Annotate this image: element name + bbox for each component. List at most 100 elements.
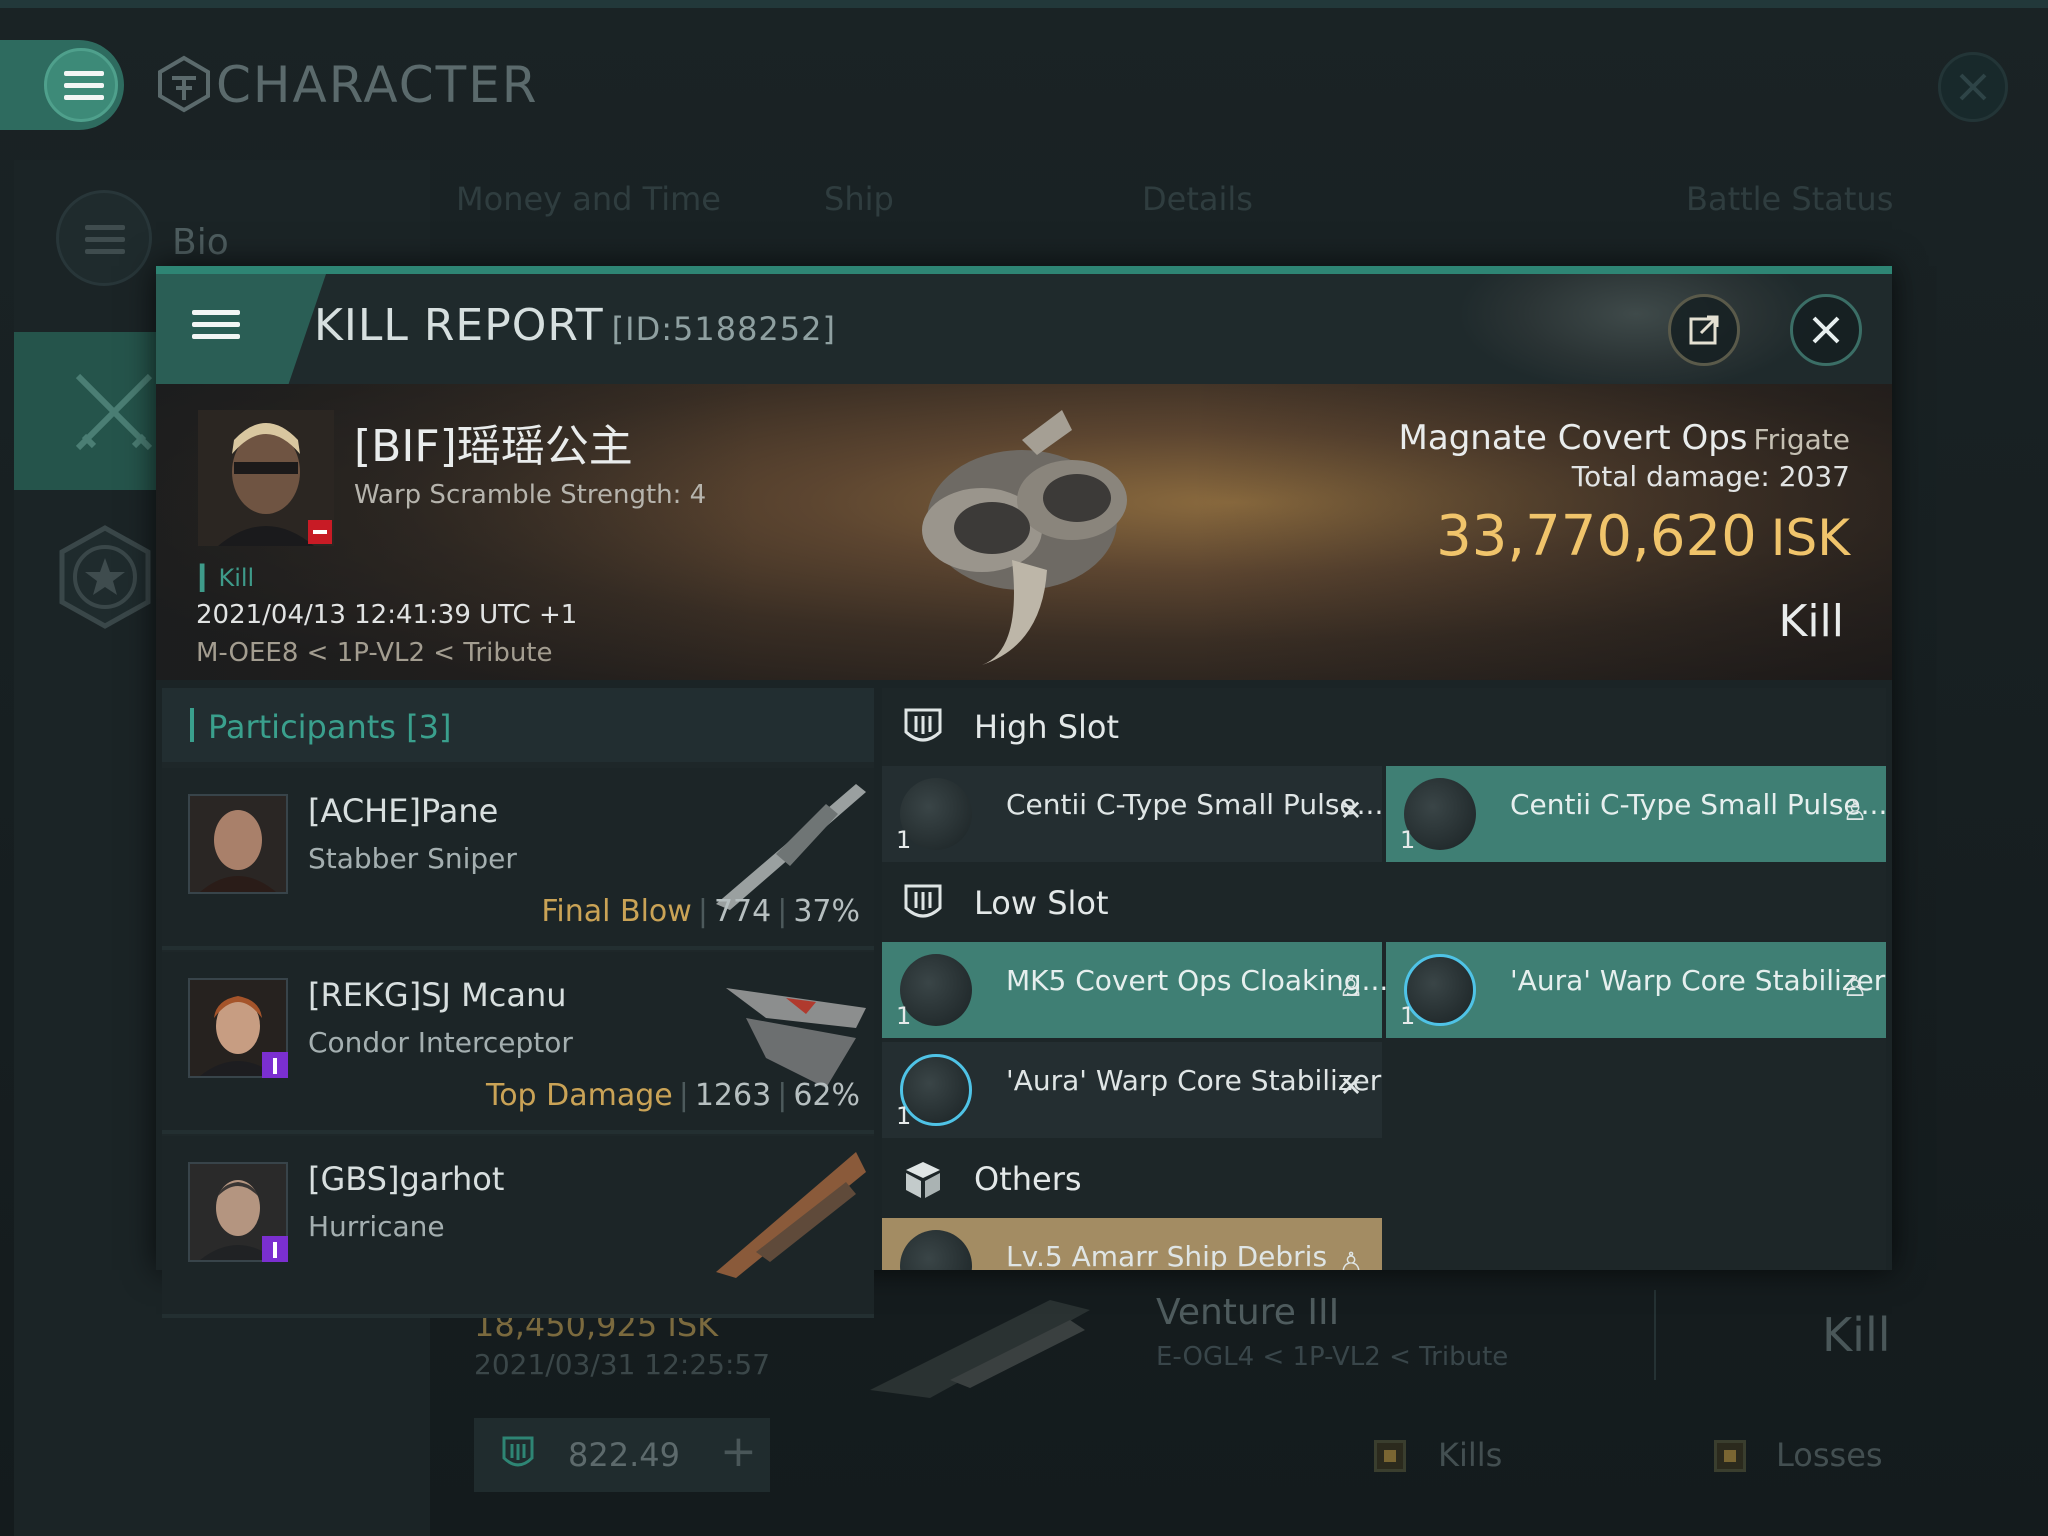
window-title: CHARACTER [216, 56, 539, 114]
dialog-title: KILL REPORT [ID:5188252] [314, 300, 836, 351]
fitting-panel: High Slot 1 Centii C-Type Small Pulse...… [882, 688, 1886, 1270]
dropped-icon: ♙ [1338, 970, 1364, 1003]
participant-row[interactable]: [GBS]garhot Hurricane [162, 1136, 874, 1318]
participants-title: Participants [208, 708, 396, 746]
item-name: 'Aura' Warp Core Stabilizer [1510, 964, 1886, 997]
top-edge [0, 0, 2048, 8]
participant-name: [ACHE]Pane [308, 792, 499, 830]
menu-icon [192, 310, 240, 340]
losses-label: Losses [1776, 1436, 1883, 1474]
losses-checkbox[interactable] [1714, 1440, 1746, 1472]
fitted-item[interactable]: 1 'Aura' Warp Core Stabilizer ✕ [882, 1042, 1382, 1138]
ship-image [726, 988, 866, 1088]
main-menu-button[interactable] [0, 40, 124, 130]
tab-ship[interactable]: Ship [824, 180, 894, 218]
item-name: Centii C-Type Small Pulse... [1510, 788, 1886, 821]
kill-tag: ▎Kill [200, 564, 255, 592]
tab-bar: Money and Time Ship Details Battle Statu… [430, 160, 2048, 236]
slot-icon [502, 1436, 534, 1467]
kill-ship-name: Venture III [1156, 1292, 1340, 1333]
item-quantity: 1 [1400, 826, 1416, 854]
item-name: MK5 Covert Ops Cloaking... [1006, 964, 1389, 997]
dialog-close-button[interactable] [1790, 294, 1862, 366]
item-quantity: 1 [896, 1102, 912, 1130]
list-icon [56, 190, 152, 286]
kills-checkbox[interactable] [1374, 1440, 1406, 1472]
avatar [188, 794, 288, 894]
fitted-item[interactable]: 1 'Aura' Warp Core Stabilizer ♙ [1386, 942, 1886, 1038]
fitted-item[interactable]: 1 MK5 Covert Ops Cloaking... ♙ [882, 942, 1388, 1038]
item-name: 'Aura' Warp Core Stabilizer [1006, 1064, 1382, 1097]
participant-row[interactable]: [REKG]SJ Mcanu Condor Interceptor Top Da… [162, 952, 874, 1134]
cargo-item[interactable]: Lv.5 Amarr Ship Debris ♙ [882, 1218, 1382, 1270]
victim-subtitle: Warp Scramble Strength: 4 [354, 480, 707, 510]
destroyed-icon: ✕ [1339, 794, 1363, 827]
tab-battle-status[interactable]: Battle Status [1686, 180, 1893, 218]
participant-stats: Top Damage | 1263 | 62% [485, 1078, 860, 1113]
participant-ship: Hurricane [308, 1210, 445, 1243]
high-slot-header: High Slot [882, 688, 1886, 764]
dropped-icon: ♙ [1338, 1246, 1364, 1271]
debris-icon [900, 1230, 972, 1270]
participants-panel: Participants [3] [ACHE]Pane Stabber Snip… [162, 688, 874, 1318]
kill-location: E-OGL4 < 1P-VL2 < Tribute [1156, 1342, 1509, 1372]
low-slot-header: Low Slot [882, 864, 1886, 940]
participant-name: [GBS]garhot [308, 1160, 505, 1198]
header-planet-decoration [1456, 274, 1816, 384]
plus-icon[interactable]: + [720, 1426, 757, 1477]
fitted-item[interactable]: 1 Centii C-Type Small Pulse... ♙ [1386, 766, 1886, 862]
isk-value: 33,770,620 ISK [1436, 504, 1850, 569]
item-quantity: 1 [896, 1002, 912, 1030]
dialog-header: KILL REPORT [ID:5188252] [156, 274, 1892, 384]
others-header: Others [882, 1140, 1886, 1216]
menu-icon [44, 48, 118, 122]
ship-image [716, 1152, 866, 1278]
item-quantity: 1 [896, 826, 912, 854]
destroyed-icon: ✕ [1339, 1070, 1363, 1103]
cargo-box-icon [906, 1162, 940, 1198]
dialog-menu-button[interactable] [156, 274, 326, 384]
others-label: Others [974, 1160, 1082, 1198]
app-root: CHARACTER Bio Money and Time Ship Detail… [0, 0, 2048, 1536]
participant-ship: Condor Interceptor [308, 1026, 573, 1059]
participant-ship: Stabber Sniper [308, 842, 517, 875]
value-field[interactable]: 822.49 + [474, 1418, 770, 1492]
low-slot-label: Low Slot [974, 884, 1109, 922]
share-button[interactable] [1668, 294, 1740, 366]
kill-id: [ID:5188252] [611, 310, 836, 348]
item-name: Centii C-Type Small Pulse... [1006, 788, 1384, 821]
info-badge [262, 1236, 288, 1262]
participants-count: [3] [406, 708, 452, 746]
fitted-item[interactable]: 1 Centii C-Type Small Pulse... ✕ [882, 766, 1384, 862]
character-emblem-icon [158, 55, 210, 113]
participants-header: Participants [3] [162, 688, 874, 762]
high-slot-label: High Slot [974, 708, 1120, 746]
kill-result: Kill [1778, 596, 1844, 647]
value-text: 822.49 [568, 1436, 680, 1474]
destroyed-badge [308, 520, 332, 544]
victim-ship: Magnate Covert Ops Frigate [1398, 418, 1850, 458]
victim-name: [BIF]瑶瑶公主 [354, 421, 633, 472]
share-icon [1689, 315, 1719, 345]
dropped-icon: ♙ [1842, 970, 1868, 1003]
victim-banner: [BIF]瑶瑶公主 Warp Scramble Strength: 4 ▎Kil… [156, 384, 1892, 680]
participant-stats: Final Blow | 774 | 37% [541, 894, 860, 929]
star-badge-icon [59, 525, 151, 629]
sidebar-item-label: Bio [172, 222, 229, 263]
item-quantity: 1 [1400, 1002, 1416, 1030]
kills-label: Kills [1438, 1436, 1503, 1474]
divider [1654, 1290, 1656, 1380]
window-close-button[interactable] [1938, 52, 2008, 122]
victim-ship-image [922, 410, 1127, 665]
kill-date: 2021/03/31 12:25:57 [474, 1348, 771, 1381]
kill-report-dialog: KILL REPORT [ID:5188252] [BIF]瑶瑶公主 Warp … [156, 266, 1892, 1318]
tab-money-and-time[interactable]: Money and Time [456, 180, 721, 218]
close-icon [1959, 73, 1987, 101]
participant-name: [REKG]SJ Mcanu [308, 976, 567, 1014]
tab-details[interactable]: Details [1142, 180, 1253, 218]
info-badge [262, 1052, 288, 1078]
participant-row[interactable]: [ACHE]Pane Stabber Sniper Final Blow | 774… [162, 768, 874, 950]
kill-result: Kill [1822, 1308, 1891, 1362]
low-slot-icon [904, 884, 942, 918]
dropped-icon: ♙ [1842, 794, 1868, 827]
